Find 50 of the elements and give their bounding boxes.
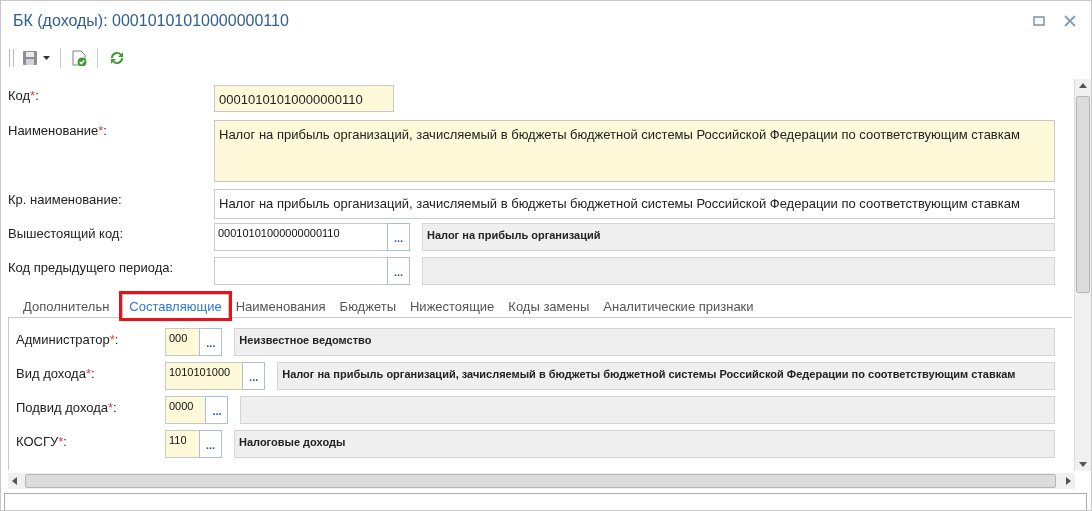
save-icon — [22, 50, 38, 66]
code-field[interactable]: 00010101000000000110 — [214, 223, 387, 251]
tab[interactable]: Составляющие — [122, 294, 229, 318]
tab[interactable]: Коды замены — [501, 294, 597, 318]
name-field: Неизвестное ведомство — [234, 328, 1055, 356]
field-label: КОСГУ*: — [16, 434, 67, 449]
document-check-icon — [71, 50, 87, 66]
field-label: Наименование*: — [8, 123, 107, 138]
close-icon[interactable] — [1063, 14, 1077, 28]
scroll-left-icon[interactable] — [12, 477, 17, 485]
vertical-scrollbar[interactable] — [1074, 79, 1091, 471]
refresh-icon — [108, 50, 126, 66]
scroll-right-icon[interactable] — [1066, 477, 1071, 485]
input-field[interactable]: 00010101010000000110 — [214, 85, 394, 112]
tab[interactable]: Аналитические признаки — [596, 294, 761, 318]
field-label: Вышестоящий код: — [8, 226, 124, 241]
tab[interactable]: Нижестоящие — [403, 294, 502, 318]
window-title: БК (доходы): 00010101010000000110 — [13, 12, 290, 30]
code-field[interactable]: 0000 — [165, 396, 206, 424]
ellipsis-button[interactable]: ... — [199, 430, 222, 458]
tab[interactable]: Наименования — [228, 294, 333, 318]
field-label: Код предыдущего периода: — [8, 260, 174, 275]
maximize-icon[interactable] — [1033, 16, 1045, 26]
field-label: Администратор*: — [16, 332, 119, 347]
scroll-up-icon[interactable] — [1079, 83, 1087, 88]
name-textarea[interactable]: Налог на прибыль организаций, зачисляемый в бюджеты бюджетной системы Российской Федерации по соответствующим ставкам — [214, 120, 1055, 182]
ellipsis-button[interactable]: ... — [387, 257, 410, 285]
caret-icon — [43, 56, 50, 60]
input-field[interactable]: Налог на прибыль организаций, зачисляемый в бюджеты бюджетной системы Российской Федерации по соответствующим ставкам — [214, 189, 1055, 219]
field-label: Кр. наименование: — [8, 192, 122, 207]
code-field[interactable]: 1010101000 — [165, 362, 243, 390]
save-button[interactable] — [20, 48, 52, 68]
ellipsis-button[interactable]: ... — [205, 396, 229, 424]
scroll-down-icon[interactable] — [1079, 462, 1087, 467]
ellipsis-button[interactable]: ... — [387, 223, 410, 251]
field-label: Код*: — [8, 88, 39, 103]
tab[interactable]: Бюджеты — [332, 294, 403, 318]
name-field: Налог на прибыль организаций — [422, 223, 1055, 251]
document-check-button[interactable] — [69, 48, 89, 68]
tab[interactable]: Дополнительн — [16, 294, 117, 318]
name-field: Налоговые доходы — [234, 430, 1055, 458]
code-field[interactable]: 110 — [165, 430, 199, 458]
code-field[interactable] — [214, 257, 387, 285]
ellipsis-button[interactable]: ... — [242, 362, 266, 390]
horizontal-scrollbar[interactable] — [8, 473, 1075, 489]
code-field[interactable]: 000 — [165, 328, 200, 356]
ellipsis-button[interactable]: ... — [199, 328, 223, 356]
field-label: Вид дохода*: — [16, 366, 95, 381]
name-field: Налог на прибыль организаций, зачисляемый в бюджеты бюджетной системы Российской Федерации по соответствующим ставкам — [277, 362, 1055, 390]
field-label: Подвид дохода*: — [16, 400, 117, 415]
